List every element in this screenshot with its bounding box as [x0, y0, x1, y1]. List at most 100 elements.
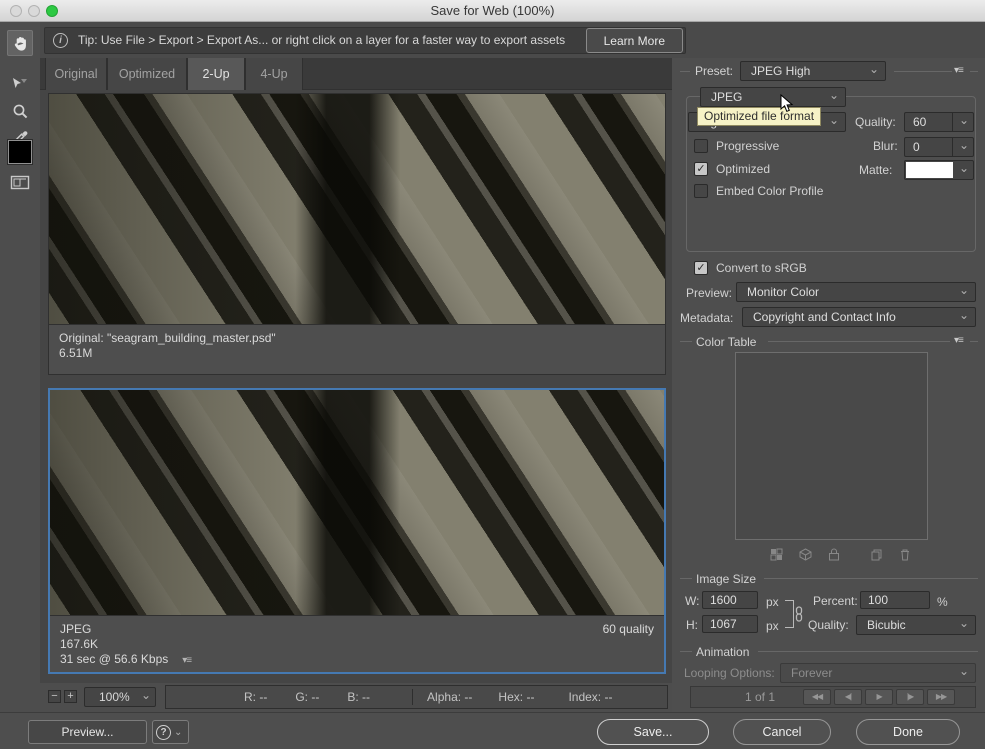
play-button: ▶ — [865, 689, 893, 705]
resample-quality-dropdown[interactable]: Bicubic⌄ — [856, 615, 976, 635]
view-tab-bar: Original Optimized 2-Up 4-Up — [40, 58, 672, 90]
chevron-down-icon: ⌄ — [869, 60, 879, 78]
color-table-actions — [770, 548, 911, 561]
preview-area: Original: "seagram_building_master.psd" … — [40, 90, 672, 683]
original-preview-pane[interactable]: Original: "seagram_building_master.psd" … — [48, 93, 666, 375]
percent-field[interactable]: 100 — [860, 591, 930, 609]
preset-dropdown[interactable]: JPEG High⌄ — [740, 61, 886, 81]
embed-color-profile-label: Embed Color Profile — [716, 184, 823, 198]
looping-options-dropdown: Forever⌄ — [780, 663, 976, 683]
window-title: Save for Web (100%) — [0, 3, 985, 18]
zoom-level-dropdown[interactable]: 100% ⌄ — [84, 687, 156, 707]
height-unit: px — [766, 619, 779, 633]
original-filename: Original: "seagram_building_master.psd" — [59, 331, 655, 346]
chevron-down-icon: ⌄ — [174, 727, 182, 738]
b-readout: B: -- — [347, 690, 370, 704]
zoom-out-button[interactable]: − — [48, 690, 61, 703]
optimized-checkbox[interactable]: ✓ — [694, 162, 708, 176]
convert-srgb-checkbox[interactable]: ✓ — [694, 261, 708, 275]
file-format-dropdown[interactable]: JPEG⌄ — [700, 87, 846, 107]
eyedropper-color-swatch[interactable] — [8, 140, 32, 164]
matte-label: Matte: — [859, 163, 892, 177]
zoom-tool-button[interactable] — [7, 98, 33, 124]
link-chain-icon — [794, 606, 804, 622]
status-bar: − + 100% ⌄ R: -- G: -- B: -- Alpha: -- H… — [40, 683, 672, 712]
tip-row: i Tip: Use File > Export > Export As... … — [0, 22, 985, 58]
original-preview-image[interactable] — [49, 94, 665, 324]
save-for-web-dialog: Save for Web (100%) i Tip: Use File > Ex… — [0, 0, 985, 749]
info-icon: i — [53, 33, 68, 48]
tab-optimized[interactable]: Optimized — [107, 58, 187, 90]
matte-swatch-combo[interactable]: ⌄ — [904, 160, 974, 180]
zoom-in-button[interactable]: + — [64, 690, 77, 703]
chevron-down-icon: ⌄ — [959, 281, 969, 299]
animation-title: Animation — [696, 645, 749, 659]
preset-label: Preset: — [695, 64, 733, 78]
web-shift-cube-icon[interactable] — [799, 548, 812, 561]
width-field[interactable]: 1600 — [702, 591, 758, 609]
preview-button[interactable]: Preview... — [28, 720, 147, 744]
chevron-down-icon: ⌄ — [829, 111, 839, 129]
optimized-preview-image[interactable] — [50, 390, 664, 615]
chevron-down-icon: ⌄ — [959, 136, 969, 154]
slice-select-tool-button[interactable] — [7, 70, 33, 96]
tab-4-up[interactable]: 4-Up — [245, 58, 303, 90]
matte-color-swatch — [906, 162, 953, 178]
quality-value: 60 — [913, 113, 926, 131]
convert-srgb-label: Convert to sRGB — [716, 261, 807, 275]
preview-select-dropdown[interactable]: Monitor Color⌄ — [736, 282, 976, 302]
optimized-info-bar: 60 quality JPEG 167.6K 31 sec @ 56.6 Kbp… — [50, 615, 664, 672]
preview-in-browser-button[interactable]: ? ⌄ — [152, 720, 189, 744]
blur-value: 0 — [913, 138, 920, 156]
blur-combo[interactable]: 0 ⌄ — [904, 137, 974, 157]
tool-column — [0, 22, 40, 749]
chevron-down-icon: ⌄ — [959, 662, 969, 680]
tip-strip: i Tip: Use File > Export > Export As... … — [44, 27, 686, 54]
chevron-down-icon: ⌄ — [959, 159, 969, 177]
preview-select-label: Preview: — [686, 286, 732, 300]
tip-text: Tip: Use File > Export > Export As... or… — [78, 33, 565, 47]
hand-tool-button[interactable] — [7, 30, 33, 56]
save-button[interactable]: Save... — [597, 719, 709, 745]
settings-panel: Preset: JPEG High⌄ ▾≡ JPEG⌄ High⌄ Optimi… — [672, 58, 985, 712]
progressive-label: Progressive — [716, 139, 779, 153]
tab-2-up[interactable]: 2-Up — [187, 58, 245, 90]
percent-unit: % — [937, 595, 948, 609]
metadata-dropdown[interactable]: Copyright and Contact Info⌄ — [742, 307, 976, 327]
slice-select-icon — [11, 75, 29, 91]
color-table-title: Color Table — [696, 335, 756, 349]
chevron-down-icon: ⌄ — [829, 86, 839, 104]
toggle-slices-visibility-button[interactable] — [7, 170, 33, 194]
optimized-preview-pane[interactable]: 60 quality JPEG 167.6K 31 sec @ 56.6 Kbp… — [48, 388, 666, 674]
color-table-box[interactable] — [735, 352, 928, 540]
snap-to-web-palette-icon[interactable] — [770, 548, 783, 561]
resample-quality-label: Quality: — [808, 618, 849, 632]
height-label: H: — [686, 618, 698, 632]
slices-visibility-icon — [10, 174, 30, 191]
quality-combo[interactable]: 60 ⌄ — [904, 112, 974, 132]
color-table-menu-icon[interactable]: ▾≡ — [954, 335, 963, 346]
preset-panel-menu-icon[interactable]: ▾≡ — [954, 65, 963, 76]
progressive-checkbox[interactable]: ✓ — [694, 139, 708, 153]
cancel-button[interactable]: Cancel — [733, 719, 831, 745]
looping-options-label: Looping Options: — [684, 666, 775, 680]
animation-playback-bar: 1 of 1 ◀◀ ◀| ▶ |▶ ▶▶ — [690, 686, 976, 708]
original-filesize: 6.51M — [59, 346, 655, 361]
hand-icon — [12, 35, 29, 52]
blur-label: Blur: — [873, 139, 898, 153]
done-button[interactable]: Done — [856, 719, 960, 745]
magnifier-icon — [12, 103, 29, 120]
frame-counter: 1 of 1 — [745, 690, 775, 704]
trash-icon[interactable] — [899, 548, 911, 561]
image-size-title: Image Size — [696, 572, 756, 586]
new-color-icon[interactable] — [870, 548, 883, 561]
lock-color-icon[interactable] — [828, 548, 840, 561]
learn-more-button[interactable]: Learn More — [586, 28, 683, 53]
optimized-filesize: 167.6K — [60, 637, 654, 652]
title-bar: Save for Web (100%) — [0, 0, 985, 22]
download-speed-menu-icon[interactable]: ▾≡ — [182, 653, 191, 668]
embed-color-profile-checkbox[interactable]: ✓ — [694, 184, 708, 198]
tab-original[interactable]: Original — [45, 58, 107, 90]
height-field[interactable]: 1067 — [702, 615, 758, 633]
optimized-label: Optimized — [716, 162, 770, 176]
